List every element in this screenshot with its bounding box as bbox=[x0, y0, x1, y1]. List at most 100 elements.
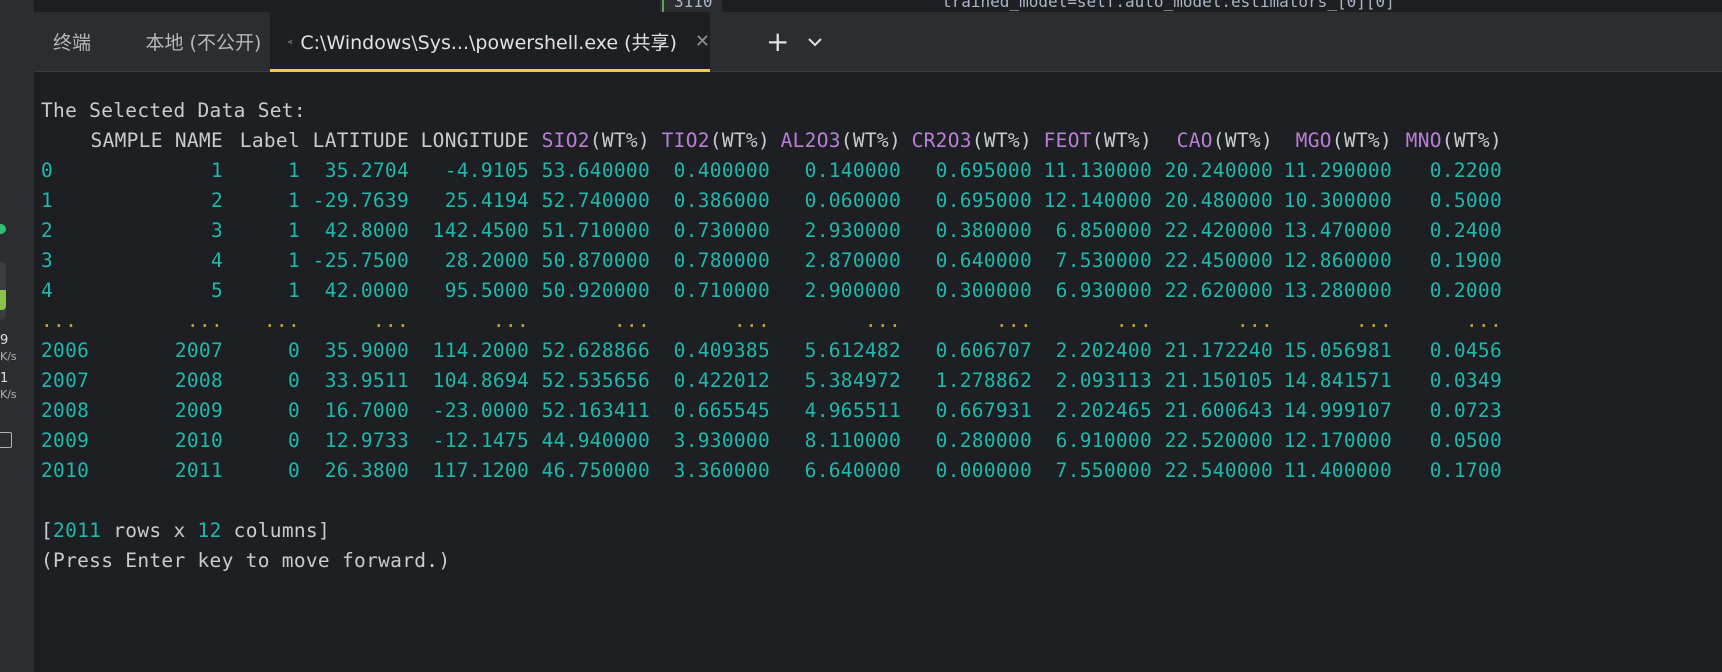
column-header: TIO2(WT%) bbox=[662, 124, 770, 157]
table-cell: 35.9000 bbox=[324, 339, 409, 362]
table-cell: 0.2400 bbox=[1429, 219, 1502, 242]
table-cell: 0.386000 bbox=[673, 189, 770, 212]
table-cell: 20.480000 bbox=[1164, 189, 1273, 212]
summary-close: columns] bbox=[221, 519, 331, 542]
table-cell: 0.640000 bbox=[935, 249, 1032, 272]
stat-value: 1 bbox=[0, 371, 9, 386]
table-cell: 2.900000 bbox=[804, 279, 901, 302]
table-cell: 0.380000 bbox=[935, 219, 1032, 242]
table-cell: 25.4194 bbox=[444, 189, 529, 212]
table-cell: 1 bbox=[287, 279, 300, 302]
table-cell: ... bbox=[186, 309, 223, 332]
column-header-unit: (WT%) bbox=[971, 129, 1032, 152]
table-cell: ... bbox=[995, 309, 1032, 332]
table-cell: 2 bbox=[210, 189, 223, 212]
table-cell: 52.535656 bbox=[541, 369, 650, 392]
table-cell: 14.841571 bbox=[1283, 369, 1392, 392]
table-cell: 13.280000 bbox=[1283, 279, 1392, 302]
table-cell: 5 bbox=[210, 279, 223, 302]
table-cell: 2.093113 bbox=[1055, 369, 1152, 392]
column-header-name: SIO2 bbox=[541, 129, 590, 152]
table-cell: 7.530000 bbox=[1055, 249, 1152, 272]
table-cell: 50.920000 bbox=[541, 279, 650, 302]
tab-dropdown-button[interactable] bbox=[806, 12, 824, 71]
table-cell: 0 bbox=[287, 339, 300, 362]
table-cell: -4.9105 bbox=[444, 159, 529, 182]
table-cell: 12.170000 bbox=[1283, 429, 1392, 452]
tab-terminal-title[interactable]: 终端 bbox=[34, 12, 110, 71]
table-cell: 142.4500 bbox=[432, 219, 529, 242]
table-cell: 12.860000 bbox=[1283, 249, 1392, 272]
column-header-name: TIO2 bbox=[661, 129, 710, 152]
table-cell: 3.360000 bbox=[673, 459, 770, 482]
column-header-unit: (WT%) bbox=[709, 129, 770, 152]
table-cell: ... bbox=[1236, 309, 1273, 332]
table-cell: 1 bbox=[287, 249, 300, 272]
table-cell: 0 bbox=[287, 399, 300, 422]
table-cell: 1 bbox=[287, 219, 300, 242]
row-index: ... bbox=[41, 309, 78, 332]
table-cell: 46.750000 bbox=[541, 459, 650, 482]
column-header: AL2O3(WT%) bbox=[781, 124, 901, 157]
table-cell: 22.520000 bbox=[1164, 429, 1273, 452]
tab-powershell[interactable]: C:\Windows\Sys...\powershell.exe (共享) ✕ bbox=[270, 12, 710, 72]
summary-open: [ bbox=[41, 519, 54, 542]
table-cell: 2.870000 bbox=[804, 249, 901, 272]
table-cell: 3 bbox=[210, 219, 223, 242]
table-cell: 12.9733 bbox=[324, 429, 409, 452]
table-cell: 0.0723 bbox=[1429, 399, 1502, 422]
chevron-down-icon bbox=[808, 37, 822, 46]
column-header-unit: (WT%) bbox=[1331, 129, 1392, 152]
row-index: 3 bbox=[41, 249, 54, 272]
terminal-output[interactable]: The Selected Data Set: SAMPLE NAME Label L… bbox=[34, 72, 1722, 672]
table-cell: 6.640000 bbox=[804, 459, 901, 482]
close-icon[interactable]: ✕ bbox=[695, 31, 710, 52]
continue-prompt: (Press Enter key to move forward.) bbox=[41, 549, 451, 572]
table-cell: 0.300000 bbox=[935, 279, 1032, 302]
table-cell: 2009 bbox=[174, 399, 223, 422]
column-header: LATITUDE bbox=[313, 124, 409, 157]
row-index: 4 bbox=[41, 279, 54, 302]
clipboard-icon[interactable] bbox=[0, 432, 12, 448]
column-header: MNO(WT%) bbox=[1406, 124, 1502, 157]
table-cell: 11.290000 bbox=[1283, 159, 1392, 182]
column-header: MGO(WT%) bbox=[1296, 124, 1392, 157]
summary-cols: 12 bbox=[197, 519, 222, 542]
column-header-name: MNO bbox=[1405, 129, 1442, 152]
stat-unit: K/s bbox=[0, 388, 17, 401]
table-cell: 4 bbox=[210, 249, 223, 272]
new-tab-button[interactable]: + bbox=[766, 12, 789, 71]
table-cell: 1 bbox=[210, 159, 223, 182]
table-cell: 0.422012 bbox=[673, 369, 770, 392]
table-cell: 21.172240 bbox=[1164, 339, 1273, 362]
table-cell: ... bbox=[372, 309, 409, 332]
table-cell: 6.850000 bbox=[1055, 219, 1152, 242]
table-cell: 2.202400 bbox=[1055, 339, 1152, 362]
table-cell: 6.910000 bbox=[1055, 429, 1152, 452]
table-cell: 0.2000 bbox=[1429, 279, 1502, 302]
row-index: 2009 bbox=[41, 429, 90, 452]
table-cell: 0.2200 bbox=[1429, 159, 1502, 182]
table-cell: 16.7000 bbox=[324, 399, 409, 422]
table-cell: 44.940000 bbox=[541, 429, 650, 452]
line-number: 3110 bbox=[674, 0, 713, 11]
background-editor-peek: 3110 trained_model=self.auto_model.estim… bbox=[650, 0, 1722, 12]
table-cell: 42.8000 bbox=[324, 219, 409, 242]
status-dot-icon bbox=[0, 224, 6, 234]
column-header-name: CR2O3 bbox=[911, 129, 972, 152]
table-cell: 0.606707 bbox=[935, 339, 1032, 362]
code-line: trained_model=self.auto_model.estimators… bbox=[942, 0, 1395, 11]
row-index: 2 bbox=[41, 219, 54, 242]
table-cell: 0.0500 bbox=[1429, 429, 1502, 452]
stat-value: 9 bbox=[0, 333, 9, 348]
table-cell: 15.056981 bbox=[1283, 339, 1392, 362]
column-header: SAMPLE NAME bbox=[91, 124, 223, 157]
table-cell: 0.0456 bbox=[1429, 339, 1502, 362]
column-header-name: Label bbox=[239, 129, 300, 152]
row-index: 2010 bbox=[41, 459, 90, 482]
column-header-unit: (WT%) bbox=[1441, 129, 1502, 152]
row-index: 2008 bbox=[41, 399, 90, 422]
table-cell: 4.965511 bbox=[804, 399, 901, 422]
column-header-name: LATITUDE bbox=[312, 129, 409, 152]
output-heading: The Selected Data Set: bbox=[41, 99, 306, 122]
